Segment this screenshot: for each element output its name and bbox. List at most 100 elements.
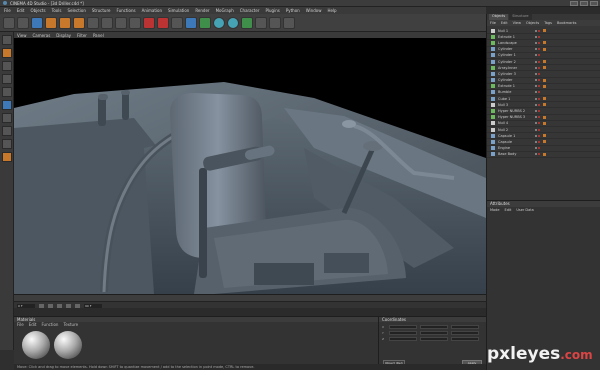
- z-axis-icon[interactable]: [115, 16, 127, 29]
- material-menu-edit[interactable]: Edit: [29, 322, 37, 327]
- rotation-b-field[interactable]: [451, 337, 479, 341]
- material-tag-icon[interactable]: [543, 97, 546, 101]
- visibility-dots[interactable]: [535, 147, 540, 150]
- menu-file[interactable]: File: [4, 8, 11, 13]
- frame-end-field[interactable]: 90 F: [84, 304, 102, 308]
- attr-menu-edit[interactable]: Edit: [505, 208, 512, 212]
- visibility-dots[interactable]: [535, 110, 540, 113]
- rotation-p-field[interactable]: [451, 331, 479, 335]
- position-z-field[interactable]: [389, 337, 417, 341]
- size-z-field[interactable]: [420, 337, 448, 341]
- cube-icon[interactable]: [185, 16, 197, 29]
- menu-structure[interactable]: Structure: [92, 8, 111, 13]
- material-menu-file[interactable]: File: [17, 322, 24, 327]
- om-menu-objects[interactable]: Objects: [526, 21, 539, 25]
- rotation-h-field[interactable]: [451, 325, 479, 329]
- y-axis-icon[interactable]: [101, 16, 113, 29]
- material-tag-icon[interactable]: [543, 47, 546, 51]
- render-view-icon[interactable]: [143, 16, 155, 29]
- workplane-icon[interactable]: [1, 74, 12, 84]
- menu-functions[interactable]: Functions: [116, 8, 135, 13]
- menu-window[interactable]: Window: [306, 8, 322, 13]
- light-icon[interactable]: [283, 16, 295, 29]
- world-coord-icon[interactable]: [129, 16, 141, 29]
- viewport-3d[interactable]: [14, 38, 486, 294]
- play-icon[interactable]: [57, 304, 62, 308]
- visibility-dots[interactable]: [535, 91, 540, 94]
- menu-simulation[interactable]: Simulation: [168, 8, 189, 13]
- make-editable-icon[interactable]: [1, 35, 12, 45]
- maximize-button[interactable]: [580, 1, 588, 6]
- material-tag-icon[interactable]: [543, 103, 546, 107]
- play-back-icon[interactable]: [48, 304, 53, 308]
- menu-animation[interactable]: Animation: [142, 8, 162, 13]
- visibility-dots[interactable]: [535, 103, 540, 106]
- visibility-dots[interactable]: [535, 116, 540, 119]
- material-tag-icon[interactable]: [543, 140, 546, 144]
- deformer-icon[interactable]: [241, 16, 253, 29]
- redo-icon[interactable]: [17, 16, 29, 29]
- model-mode-icon[interactable]: [1, 48, 12, 58]
- tab-objects[interactable]: Objects: [489, 14, 509, 20]
- attr-menu-user-data[interactable]: User Data: [516, 208, 533, 212]
- menu-tools[interactable]: Tools: [52, 8, 62, 13]
- array-icon[interactable]: [213, 16, 225, 29]
- snap-icon[interactable]: [1, 152, 12, 162]
- om-menu-file[interactable]: File: [490, 21, 496, 25]
- spline-icon[interactable]: [227, 16, 239, 29]
- menu-selection[interactable]: Selection: [67, 8, 85, 13]
- camera-icon[interactable]: [269, 16, 281, 29]
- visibility-dots[interactable]: [535, 35, 540, 38]
- scale-icon[interactable]: [59, 16, 71, 29]
- menu-edit[interactable]: Edit: [17, 8, 25, 13]
- visibility-dots[interactable]: [535, 29, 540, 32]
- visibility-dots[interactable]: [535, 79, 540, 82]
- material-tag-icon[interactable]: [543, 60, 546, 64]
- menu-objects[interactable]: Objects: [30, 8, 45, 13]
- material-tag-icon[interactable]: [543, 41, 546, 45]
- viewport-menu-cameras[interactable]: Cameras: [33, 33, 51, 38]
- material-tag-icon[interactable]: [543, 115, 546, 119]
- go-to-end-icon[interactable]: [66, 304, 71, 308]
- attr-menu-mode[interactable]: Mode: [490, 208, 500, 212]
- material-tag-icon[interactable]: [543, 121, 546, 125]
- om-menu-edit[interactable]: Edit: [501, 21, 508, 25]
- visibility-dots[interactable]: [535, 134, 540, 137]
- material-tag-icon[interactable]: [543, 84, 546, 88]
- viewport-menu-panel[interactable]: Panel: [93, 33, 104, 38]
- undo-icon[interactable]: [3, 16, 15, 29]
- tab-structure[interactable]: Structure: [509, 14, 532, 20]
- material-tag-icon[interactable]: [543, 78, 546, 82]
- viewport-menu-display[interactable]: Display: [56, 33, 71, 38]
- render-settings-icon[interactable]: [171, 16, 183, 29]
- visibility-dots[interactable]: [535, 85, 540, 88]
- edges-mode-icon[interactable]: [1, 100, 12, 110]
- object-row[interactable]: Base Body: [487, 152, 600, 158]
- position-y-field[interactable]: [389, 331, 417, 335]
- scene-icon[interactable]: [255, 16, 267, 29]
- go-to-start-icon[interactable]: [39, 304, 44, 308]
- visibility-dots[interactable]: [535, 122, 540, 125]
- menu-plugins[interactable]: Plugins: [265, 8, 279, 13]
- om-menu-view[interactable]: View: [513, 21, 521, 25]
- om-menu-tags[interactable]: Tags: [544, 21, 552, 25]
- visibility-dots[interactable]: [535, 41, 540, 44]
- size-y-field[interactable]: [420, 331, 448, 335]
- material-menu-function[interactable]: Function: [41, 322, 58, 327]
- record-icon[interactable]: [75, 304, 80, 308]
- x-axis-icon[interactable]: [87, 16, 99, 29]
- rotate-icon[interactable]: [73, 16, 85, 29]
- visibility-dots[interactable]: [535, 66, 540, 69]
- material-tag-icon[interactable]: [543, 152, 546, 156]
- visibility-dots[interactable]: [535, 128, 540, 131]
- menu-render[interactable]: Render: [195, 8, 209, 13]
- material-preview-1[interactable]: [22, 331, 50, 359]
- axis-mode-icon[interactable]: [1, 126, 12, 136]
- menu-mograph[interactable]: MoGraph: [216, 8, 234, 13]
- visibility-dots[interactable]: [535, 60, 540, 63]
- material-preview-2[interactable]: [54, 331, 82, 359]
- visibility-dots[interactable]: [535, 54, 540, 57]
- size-x-field[interactable]: [420, 325, 448, 329]
- material-tag-icon[interactable]: [543, 66, 546, 70]
- live-selection-icon[interactable]: [31, 16, 43, 29]
